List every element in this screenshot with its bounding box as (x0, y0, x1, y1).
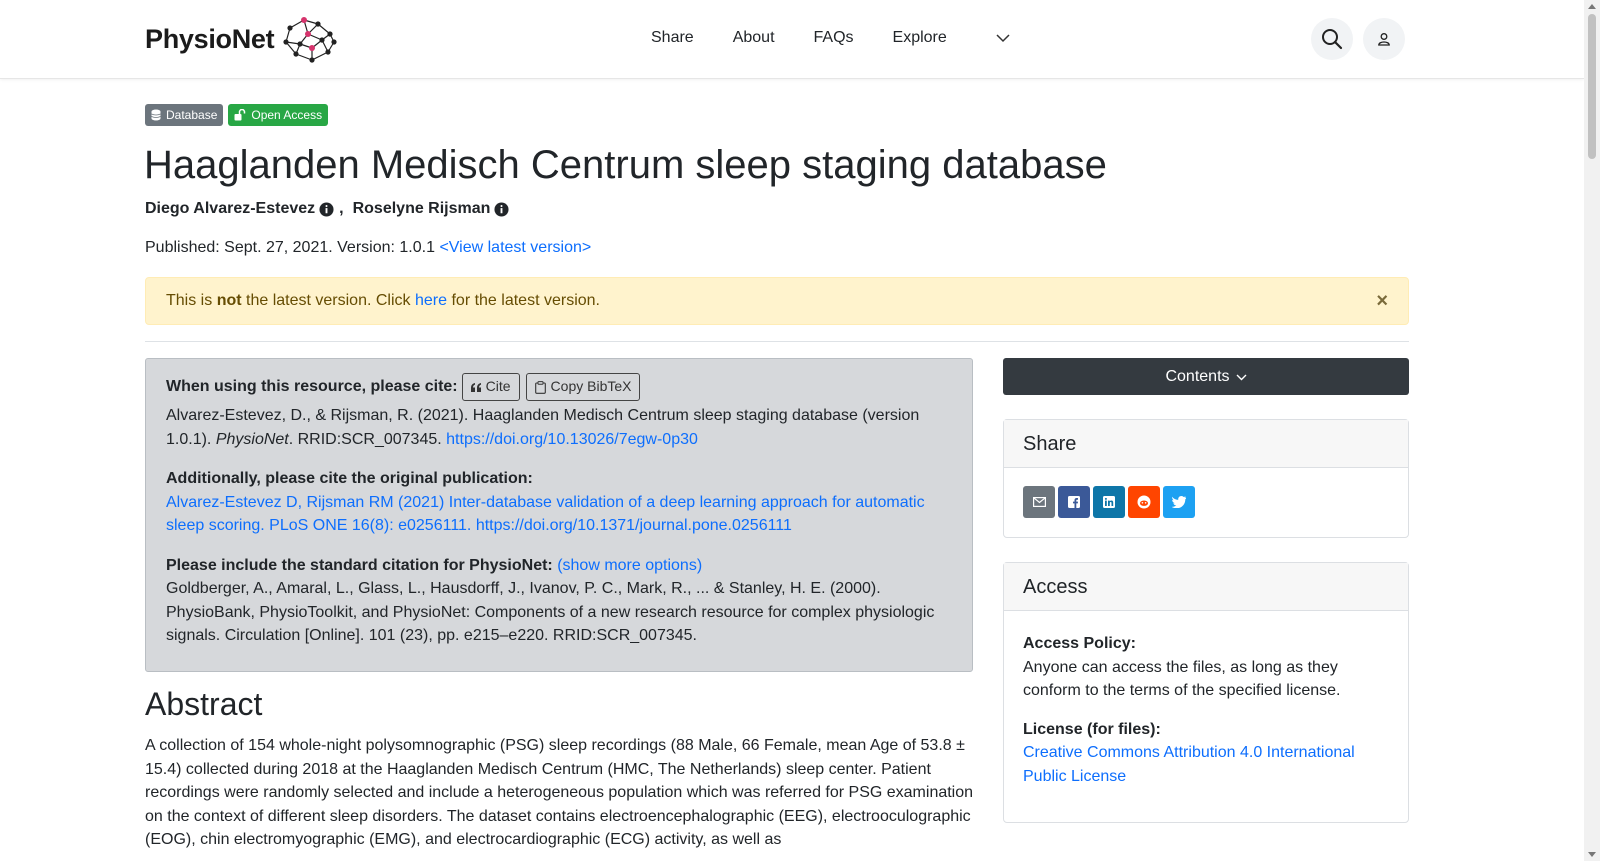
nav-share[interactable]: Share (651, 29, 694, 47)
navbar: PhysioNet Share About FAQs Explore (0, 0, 1584, 79)
search-button[interactable] (1311, 18, 1353, 60)
info-circle-icon (319, 201, 334, 217)
latest-version-link[interactable]: here (415, 292, 447, 309)
resource-citation: Alvarez-Estevez, D., & Rijsman, R. (2021… (166, 404, 952, 451)
facebook-icon (1068, 496, 1080, 508)
unlock-icon (234, 109, 246, 121)
abstract-text: A collection of 154 whole-night polysomn… (145, 737, 974, 848)
brand-logo[interactable]: PhysioNet (145, 14, 338, 64)
open-access-badge-label: Open Access (251, 108, 323, 122)
citation-text: . RRID:SCR_007345. (288, 430, 442, 448)
standard-citation-heading-row: Please include the standard citation for… (166, 554, 952, 578)
share-card-body (1004, 468, 1408, 536)
info-circle-icon (494, 201, 509, 217)
scroll-down-arrow-icon[interactable] (1588, 852, 1596, 857)
standard-citation-heading: Please include the standard citation for… (166, 556, 553, 574)
published-date-version: Published: Sept. 27, 2021. Version: 1.0.… (145, 239, 435, 256)
page-title: Haaglanden Medisch Centrum sleep staging… (144, 143, 1107, 187)
share-buttons (1023, 486, 1389, 518)
view-latest-version-link[interactable]: <View latest version> (439, 239, 591, 256)
access-card-title: Access (1004, 563, 1408, 611)
chevron-down-icon (1236, 374, 1247, 380)
license-link[interactable]: Creative Commons Attribution 4.0 Interna… (1023, 741, 1389, 788)
alert-text: This is (166, 292, 213, 309)
main-nav: Share About FAQs Explore (651, 29, 1049, 47)
cite-button[interactable]: Cite (461, 373, 520, 401)
access-policy-label: Access Policy: (1023, 635, 1136, 652)
share-card: Share (1003, 419, 1409, 538)
share-twitter-button[interactable] (1163, 486, 1195, 518)
nav-explore[interactable]: Explore (893, 29, 1010, 47)
linkedin-icon (1103, 496, 1115, 508)
envelope-icon (1032, 497, 1046, 507)
publication-info: Published: Sept. 27, 2021. Version: 1.0.… (145, 239, 591, 257)
scroll-up-arrow-icon[interactable] (1588, 4, 1596, 9)
reddit-icon (1137, 495, 1151, 509)
database-badge-label: Database (166, 108, 218, 122)
author-name: Diego Alvarez-Estevez (145, 200, 316, 217)
original-publication-link[interactable]: Alvarez-Estevez D, Rijsman RM (2021) Int… (166, 494, 925, 535)
database-badge: Database (145, 104, 224, 126)
brand-name: PhysioNet (145, 23, 275, 54)
share-reddit-button[interactable] (1128, 486, 1160, 518)
alert-text: for the latest version. (451, 292, 600, 309)
citation-box: When using this resource, please cite: C… (145, 358, 973, 672)
doi-link[interactable]: https://doi.org/10.13026/7egw-0p30 (446, 431, 698, 448)
database-icon (151, 109, 161, 121)
access-card: Access Access Policy: Anyone can access … (1003, 562, 1409, 823)
open-access-badge: Open Access (228, 104, 329, 126)
network-logo-icon (283, 17, 337, 63)
author-info-button[interactable] (494, 201, 509, 217)
abstract-heading: Abstract (145, 686, 263, 722)
nav-about[interactable]: About (733, 29, 775, 47)
citation-heading-row: When using this resource, please cite: C… (166, 373, 952, 401)
alert-emphasis: not (216, 292, 242, 309)
original-publication: Alvarez-Estevez D, Rijsman RM (2021) Int… (166, 491, 952, 538)
nav-explore-label: Explore (892, 29, 947, 46)
close-icon[interactable]: × (1376, 290, 1388, 313)
author-info-button[interactable] (319, 201, 334, 217)
access-card-body: Access Policy: Anyone can access the fil… (1004, 611, 1408, 806)
clipboard-icon (534, 380, 546, 394)
version-warning-alert: This is not the latest version. Click he… (145, 277, 1409, 325)
license-label: License (for files): (1023, 720, 1161, 738)
citation-journal: PhysioNet (215, 430, 289, 448)
copy-bibtex-button[interactable]: Copy BibTeX (525, 373, 641, 401)
share-card-title: Share (1004, 420, 1408, 468)
share-email-button[interactable] (1023, 486, 1055, 518)
author-separator: , (339, 200, 344, 217)
scrollbar-thumb[interactable] (1588, 14, 1596, 159)
page-scrollbar[interactable] (1584, 0, 1600, 861)
search-icon (1322, 29, 1343, 50)
show-more-options-link[interactable]: (show more options) (557, 557, 702, 574)
divider (145, 341, 1409, 342)
access-policy-text: Anyone can access the files, as long as … (1023, 658, 1341, 700)
account-button[interactable] (1363, 18, 1405, 60)
cite-button-label: Cite (485, 378, 511, 395)
twitter-icon (1172, 496, 1186, 508)
author-name: Roselyne Rijsman (352, 200, 491, 217)
nav-faqs[interactable]: FAQs (814, 29, 854, 47)
standard-citation-text: Goldberger, A., Amaral, L., Glass, L., H… (166, 580, 935, 644)
copy-bibtex-label: Copy BibTeX (550, 378, 632, 395)
contents-label: Contents (1165, 367, 1230, 385)
original-publication-heading: Additionally, please cite the original p… (166, 470, 533, 487)
contents-dropdown-button[interactable]: Contents (1003, 358, 1409, 395)
badges: Database Open Access (145, 104, 333, 126)
share-linkedin-button[interactable] (1093, 486, 1125, 518)
chevron-down-icon (996, 34, 1010, 43)
alert-text: the latest version. Click (246, 292, 411, 309)
share-facebook-button[interactable] (1058, 486, 1090, 518)
author-list: Diego Alvarez-Estevez , Roselyne Rijsman (145, 200, 509, 218)
quote-icon (470, 382, 481, 392)
citation-heading: When using this resource, please cite: (166, 378, 458, 396)
user-icon (1378, 33, 1390, 46)
